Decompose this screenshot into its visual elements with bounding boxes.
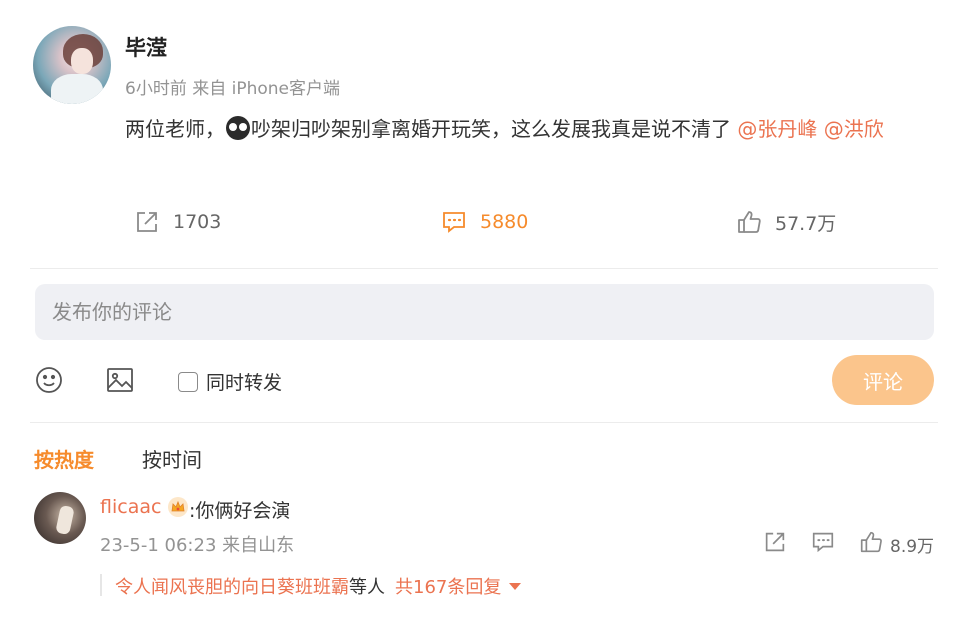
post-text-part1: 两位老师， bbox=[125, 117, 225, 141]
divider bbox=[30, 268, 938, 269]
post-text-part2: 吵架归吵架别拿离婚开玩笑，这么发展我真是说不清了 bbox=[251, 117, 738, 141]
repost-button[interactable]: 1703 bbox=[133, 206, 221, 238]
view-replies-link[interactable]: 令人闻风丧胆的向日葵班班霸 等人 共167条回复 bbox=[115, 573, 522, 599]
comment-button[interactable]: 5880 bbox=[440, 206, 528, 238]
reply-user[interactable]: 令人闻风丧胆的向日葵班班霸 bbox=[115, 573, 349, 599]
comment-icon bbox=[443, 212, 465, 233]
like-button[interactable]: 57.7万 bbox=[735, 206, 836, 238]
post-meta: 6小时前 来自 iPhone客户端 bbox=[125, 79, 341, 99]
emoji-icon bbox=[226, 116, 250, 140]
commenter-name-text[interactable]: flicaac bbox=[100, 496, 161, 518]
comment-input[interactable] bbox=[35, 284, 934, 340]
comment-like-icon[interactable] bbox=[858, 529, 884, 555]
weibo-post-page: 毕滢 6小时前 来自 iPhone客户端 两位老师， 吵架归吵架别拿离婚开玩笑，这… bbox=[0, 0, 968, 621]
post-text: 两位老师， 吵架归吵架别拿离婚开玩笑，这么发展我真是说不清了 @张丹峰 @洪欣 bbox=[125, 112, 940, 146]
comment-repost-icon[interactable] bbox=[762, 529, 788, 555]
checkbox[interactable] bbox=[178, 371, 198, 392]
repost-icon bbox=[137, 212, 157, 232]
mention-link[interactable]: @洪欣 bbox=[824, 117, 884, 141]
comment-count: 5880 bbox=[480, 211, 529, 233]
caret-down-icon[interactable] bbox=[509, 582, 522, 590]
comment-reply-icon[interactable] bbox=[810, 529, 836, 555]
mention-link[interactable]: @张丹峰 bbox=[737, 117, 817, 141]
reply-count[interactable]: 共167条回复 bbox=[395, 573, 501, 599]
comment-meta: 23-5-1 06:23 来自山东 bbox=[100, 535, 295, 556]
thumbs-up-icon bbox=[738, 211, 761, 233]
reply-indicator-bar bbox=[100, 574, 102, 596]
comment-text: :你俩好会演 bbox=[189, 500, 291, 522]
commenter-name[interactable]: flicaac bbox=[100, 496, 189, 518]
author-name[interactable]: 毕滢 bbox=[125, 32, 167, 62]
commenter-avatar[interactable] bbox=[34, 492, 86, 544]
comment-like-count: 8.9万 bbox=[890, 537, 935, 557]
like-count: 57.7万 bbox=[775, 212, 837, 235]
author-avatar[interactable] bbox=[33, 26, 111, 104]
divider bbox=[30, 422, 938, 423]
tab-sort-hot[interactable]: 按热度 bbox=[34, 444, 94, 473]
repost-checkbox[interactable]: 同时转发 bbox=[178, 368, 282, 395]
image-upload-icon[interactable] bbox=[105, 365, 135, 395]
reply-etc: 等人 bbox=[349, 577, 385, 598]
emoji-picker-icon[interactable] bbox=[34, 365, 64, 395]
repost-count: 1703 bbox=[173, 211, 222, 233]
crown-badge-icon bbox=[168, 497, 189, 517]
submit-comment-button[interactable]: 评论 bbox=[832, 355, 934, 405]
tab-sort-time[interactable]: 按时间 bbox=[142, 444, 202, 473]
repost-checkbox-label: 同时转发 bbox=[206, 372, 283, 394]
